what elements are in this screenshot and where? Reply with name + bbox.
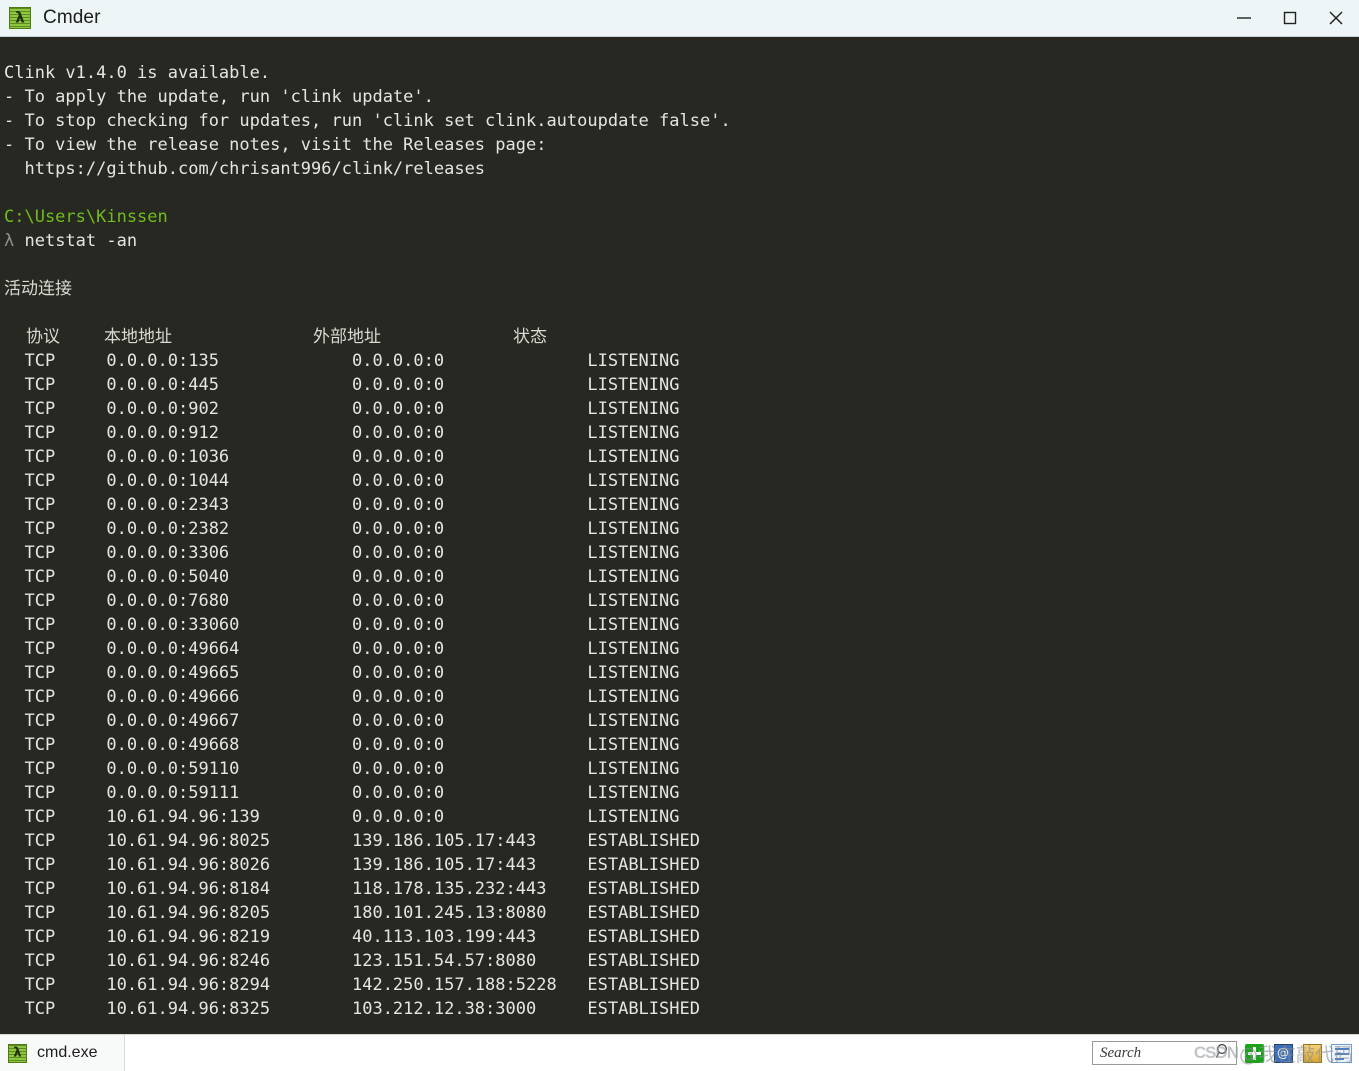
table-row: TCP 10.61.94.96:8205 180.101.245.13:8080… (4, 903, 700, 923)
table-row: TCP 0.0.0.0:135 0.0.0.0:0 LISTENING (4, 351, 680, 371)
settings-icon[interactable] (1300, 1041, 1324, 1065)
table-row: TCP 10.61.94.96:8184 118.178.135.232:443… (4, 879, 700, 899)
panel-icon[interactable] (1329, 1041, 1353, 1065)
column-header: 外部地址 (313, 327, 381, 347)
command-line: λ netstat -an (4, 231, 138, 251)
table-row: TCP 0.0.0.0:59110 0.0.0.0:0 LISTENING (4, 759, 680, 779)
banner-line-0: Clink v1.4.0 is available. (4, 63, 271, 83)
table-row: TCP 0.0.0.0:2343 0.0.0.0:0 LISTENING (4, 495, 680, 515)
table-row: TCP 0.0.0.0:49667 0.0.0.0:0 LISTENING (4, 711, 680, 731)
banner-line-4: https://github.com/chrisant996/clink/rel… (4, 159, 486, 179)
table-row: TCP 0.0.0.0:912 0.0.0.0:0 LISTENING (4, 423, 680, 443)
table-row: TCP 0.0.0.0:49665 0.0.0.0:0 LISTENING (4, 663, 680, 683)
table-row: TCP 0.0.0.0:2382 0.0.0.0:0 LISTENING (4, 519, 680, 539)
table-row: TCP 10.61.94.96:8026 139.186.105.17:443 … (4, 855, 700, 875)
minimize-icon[interactable] (1221, 0, 1267, 36)
table-row: TCP 0.0.0.0:1036 0.0.0.0:0 LISTENING (4, 447, 680, 467)
tab-cmd-exe[interactable]: λ cmd.exe (0, 1035, 125, 1071)
table-row: TCP 0.0.0.0:445 0.0.0.0:0 LISTENING (4, 375, 680, 395)
column-header: 协议 (26, 327, 60, 347)
table-row: TCP 0.0.0.0:49668 0.0.0.0:0 LISTENING (4, 735, 680, 755)
column-header: 状态 (513, 327, 547, 347)
close-icon[interactable] (1313, 0, 1359, 36)
table-row: TCP 0.0.0.0:3306 0.0.0.0:0 LISTENING (4, 543, 680, 563)
table-row: TCP 10.61.94.96:8325 103.212.12.38:3000 … (4, 999, 700, 1019)
output-title: 活动连接 (4, 279, 72, 299)
search-box[interactable] (1092, 1041, 1237, 1065)
table-row: TCP 10.61.94.96:8246 123.151.54.57:8080 … (4, 951, 700, 971)
table-row: TCP 0.0.0.0:49664 0.0.0.0:0 LISTENING (4, 639, 680, 659)
terminal-screen[interactable]: Clink v1.4.0 is available. - To apply the… (0, 37, 1359, 1034)
search-input[interactable] (1100, 1044, 1214, 1062)
table-header: 协议 本地地址 外部地址 状态 (0, 325, 731, 349)
table-row: TCP 0.0.0.0:33060 0.0.0.0:0 LISTENING (4, 615, 680, 635)
at-icon[interactable]: @ (1271, 1041, 1295, 1065)
terminal-spacer (0, 253, 731, 277)
terminal-spacer (0, 37, 731, 61)
terminal-spacer (0, 301, 731, 325)
tab-label: cmd.exe (37, 1044, 98, 1061)
banner-line-2: - To stop checking for updates, run 'cli… (4, 111, 731, 131)
banner-line-3: - To view the release notes, visit the R… (4, 135, 547, 155)
new-console-icon[interactable] (1242, 1041, 1266, 1065)
status-bar-tools: @ (1092, 1035, 1359, 1071)
table-row: TCP 0.0.0.0:902 0.0.0.0:0 LISTENING (4, 399, 680, 419)
lambda-icon: λ (9, 7, 31, 29)
table-row: TCP 0.0.0.0:49666 0.0.0.0:0 LISTENING (4, 687, 680, 707)
prompt-path: C:\Users\Kinssen (4, 207, 168, 227)
title-bar: λ Cmder (0, 0, 1359, 37)
table-row: TCP 0.0.0.0:1044 0.0.0.0:0 LISTENING (4, 471, 680, 491)
table-row: TCP 10.61.94.96:8025 139.186.105.17:443 … (4, 831, 700, 851)
column-header: 本地地址 (104, 327, 172, 347)
table-row: TCP 0.0.0.0:7680 0.0.0.0:0 LISTENING (4, 591, 680, 611)
terminal-output: Clink v1.4.0 is available. - To apply the… (0, 37, 731, 1021)
table-row: TCP 0.0.0.0:59111 0.0.0.0:0 LISTENING (4, 783, 680, 803)
magnifier-icon[interactable] (1214, 1042, 1232, 1065)
table-row: TCP 10.61.94.96:139 0.0.0.0:0 LISTENING (4, 807, 680, 827)
maximize-icon[interactable] (1267, 0, 1313, 36)
lambda-icon: λ (8, 1043, 27, 1063)
status-bar: λ cmd.exe @ CSDN @我在敲代码 (0, 1034, 1359, 1071)
table-row: TCP 0.0.0.0:5040 0.0.0.0:0 LISTENING (4, 567, 680, 587)
cmder-window: λ Cmder Clink v1.4.0 is available. - To a… (0, 0, 1359, 1071)
table-row: TCP 10.61.94.96:8294 142.250.157.188:522… (4, 975, 700, 995)
window-title: Cmder (43, 7, 101, 28)
banner-line-1: - To apply the update, run 'clink update… (4, 87, 434, 107)
table-row: TCP 10.61.94.96:8219 40.113.103.199:443 … (4, 927, 700, 947)
terminal-spacer (0, 181, 731, 205)
window-controls (1221, 0, 1359, 36)
